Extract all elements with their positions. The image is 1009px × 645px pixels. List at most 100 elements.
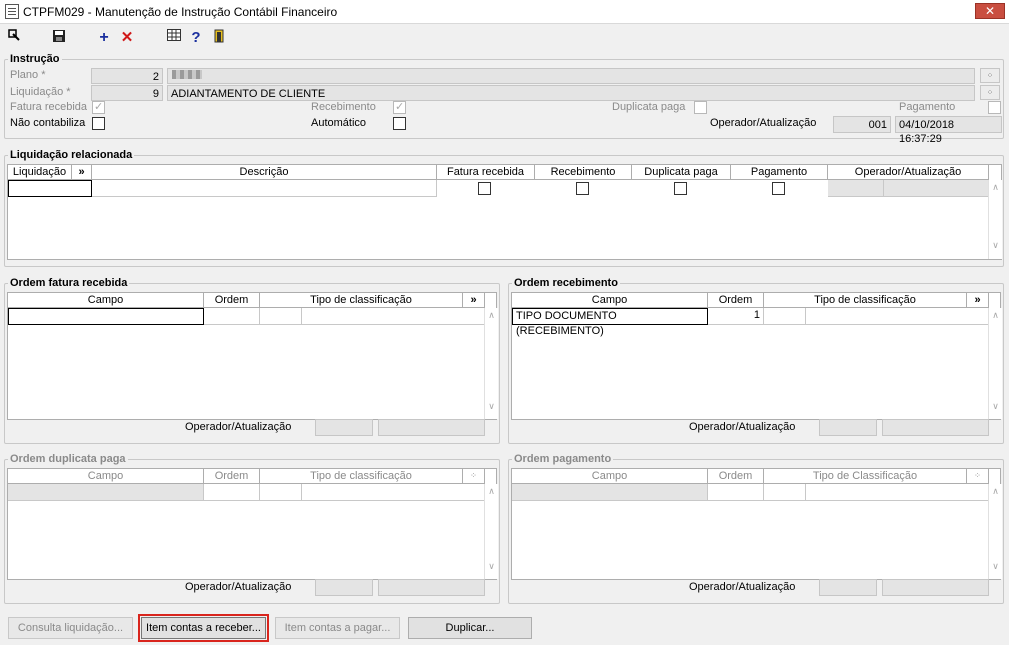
campo-cell[interactable]: TIPO DOCUMENTO (RECEBIMENTO) — [512, 308, 708, 337]
campo-cell — [8, 484, 204, 501]
liquidacao-lov-button[interactable]: ⁘ — [980, 85, 1000, 100]
col-descricao[interactable]: Descrição — [92, 165, 437, 180]
liquidacao-field[interactable]: 9 — [91, 85, 163, 101]
col-operador-atualizacao[interactable]: Operador/Atualização — [828, 165, 989, 180]
duplicata-paga-checkbox[interactable] — [694, 101, 707, 114]
ofr-operador-label: Operador/Atualização — [185, 421, 292, 433]
expand-button[interactable]: » — [463, 293, 485, 308]
tipo-cell[interactable] — [764, 308, 806, 325]
col-duplicata-paga[interactable]: Duplicata paga — [632, 165, 731, 180]
automatico-checkbox[interactable] — [393, 117, 406, 130]
plano-label: Plano * — [10, 69, 46, 81]
row-pagamento-checkbox[interactable] — [772, 182, 785, 195]
liquidacao-relacionada-grid: Liquidação » Descrição Fatura recebida R… — [7, 164, 1002, 260]
col-campo[interactable]: Campo — [512, 293, 708, 308]
col-fatura-recebida[interactable]: Fatura recebida — [437, 165, 535, 180]
recebimento-label: Recebimento — [311, 101, 376, 113]
opag-operador-label: Operador/Atualização — [689, 581, 796, 593]
col-pagamento[interactable]: Pagamento — [731, 165, 828, 180]
save-icon[interactable] — [50, 29, 68, 47]
window-title: CTPFM029 - Manutenção de Instrução Contá… — [23, 5, 338, 19]
fatura-recebida-checkbox[interactable]: ✓ — [92, 101, 105, 114]
row-recebimento-checkbox[interactable] — [576, 182, 589, 195]
row-duplicata-paga-checkbox[interactable] — [674, 182, 687, 195]
instrucao-title: Instrução — [8, 53, 62, 65]
ordem-recebimento-title: Ordem recebimento — [512, 277, 620, 289]
exit-icon[interactable] — [210, 29, 228, 47]
lov-icon: ⁘ — [967, 469, 989, 484]
item-contas-pagar-button[interactable]: Item contas a pagar... — [275, 617, 400, 639]
operador-field: 001 — [833, 116, 891, 133]
col-ordem: Ordem — [204, 469, 260, 484]
ordem-pagamento-scrollbar[interactable]: ∧ ∨ — [988, 484, 1002, 579]
ordem-fatura-recebida-grid: Campo Ordem Tipo de classificação » ∧ ∨ — [7, 292, 498, 420]
liquidacao-relacionada-title: Liquidação relacionada — [8, 149, 135, 161]
close-button[interactable]: ✕ — [975, 3, 1005, 19]
redacted-plano-desc — [172, 70, 202, 79]
lov-icon: ⁘ — [463, 469, 485, 484]
orec-operador-label: Operador/Atualização — [689, 421, 796, 433]
automatico-label: Automático — [311, 117, 367, 129]
tipo-cell[interactable] — [260, 308, 302, 325]
opag-atualizacao-field — [882, 579, 989, 596]
grid-icon[interactable] — [165, 29, 183, 47]
atualizacao-field: 04/10/2018 16:37:29 — [895, 116, 1002, 145]
col-tipo-classificacao[interactable]: Tipo de classificação — [764, 293, 967, 308]
recebimento-checkbox[interactable]: ✓ — [393, 101, 406, 114]
plano-field[interactable]: 2 — [91, 68, 163, 84]
odp-operador-label: Operador/Atualização — [185, 581, 292, 593]
ordem-duplicata-paga-grid: Campo Ordem Tipo de classificação ⁘ ∧ ∨ — [7, 468, 498, 580]
operador-atualizacao-label: Operador/Atualização — [710, 117, 817, 129]
col-ordem: Ordem — [708, 469, 764, 484]
ordem-recebimento-grid: Campo Ordem Tipo de classificação » TIPO… — [511, 292, 1002, 420]
liquidacao-desc-field: ADIANTAMENTO DE CLIENTE — [167, 85, 975, 101]
orec-operador-field — [819, 419, 877, 436]
expand-button[interactable]: » — [72, 165, 92, 180]
nao-contabiliza-checkbox[interactable] — [92, 117, 105, 130]
tipo-cell — [260, 484, 302, 501]
ordem-fatura-recebida-title: Ordem fatura recebida — [8, 277, 130, 289]
duplicata-paga-label: Duplicata paga — [612, 101, 686, 113]
ordem-pagamento-grid: Campo Ordem Tipo de Classificação ⁘ ∧ ∨ — [511, 468, 1002, 580]
col-campo[interactable]: Campo — [8, 293, 204, 308]
duplicar-button[interactable]: Duplicar... — [408, 617, 532, 639]
col-ordem[interactable]: Ordem — [708, 293, 764, 308]
consulta-liquidacao-button[interactable]: Consulta liquidação... — [8, 617, 133, 639]
fatura-recebida-label: Fatura recebida — [10, 101, 88, 113]
plano-lov-button[interactable]: ⁘ — [980, 68, 1000, 83]
plano-desc-field — [167, 68, 975, 84]
row-atualizacao-cell — [884, 180, 989, 197]
delete-icon[interactable]: ✕ — [118, 29, 136, 47]
pagamento-checkbox[interactable] — [988, 101, 1001, 114]
ordem-recebimento-scrollbar[interactable]: ∧ ∨ — [988, 308, 1002, 419]
col-tipo-classificacao: Tipo de Classificação — [764, 469, 967, 484]
toolbar: + ✕ ? — [0, 27, 1009, 51]
export-icon[interactable] — [5, 29, 23, 47]
ordem-cell[interactable]: 1 — [708, 308, 764, 325]
col-recebimento[interactable]: Recebimento — [535, 165, 632, 180]
tipo-desc-cell — [806, 308, 989, 325]
col-liquidacao[interactable]: Liquidação — [8, 165, 72, 180]
campo-cell[interactable] — [8, 308, 204, 325]
col-tipo-classificacao[interactable]: Tipo de classificação — [260, 293, 463, 308]
tipo-cell — [764, 484, 806, 501]
odp-atualizacao-field — [378, 579, 485, 596]
liquidacao-scrollbar[interactable]: ∧ ∨ — [988, 180, 1002, 259]
ordem-fatura-scrollbar[interactable]: ∧ ∨ — [484, 308, 498, 419]
liquidacao-cell[interactable] — [8, 180, 92, 197]
ordem-cell — [708, 484, 764, 501]
descricao-cell[interactable] — [92, 180, 437, 197]
ordem-duplicata-scrollbar[interactable]: ∧ ∨ — [484, 484, 498, 579]
expand-button[interactable]: » — [967, 293, 989, 308]
app-icon — [5, 4, 19, 19]
ordem-cell[interactable] — [204, 308, 260, 325]
add-icon[interactable]: + — [95, 29, 113, 47]
col-ordem[interactable]: Ordem — [204, 293, 260, 308]
help-icon[interactable]: ? — [187, 29, 205, 47]
ofr-operador-field — [315, 419, 373, 436]
row-fatura-recebida-checkbox[interactable] — [478, 182, 491, 195]
tipo-desc-cell — [302, 308, 485, 325]
ofr-atualizacao-field — [378, 419, 485, 436]
liquidacao-label: Liquidação * — [10, 86, 71, 98]
item-contas-receber-button[interactable]: Item contas a receber... — [138, 614, 269, 642]
